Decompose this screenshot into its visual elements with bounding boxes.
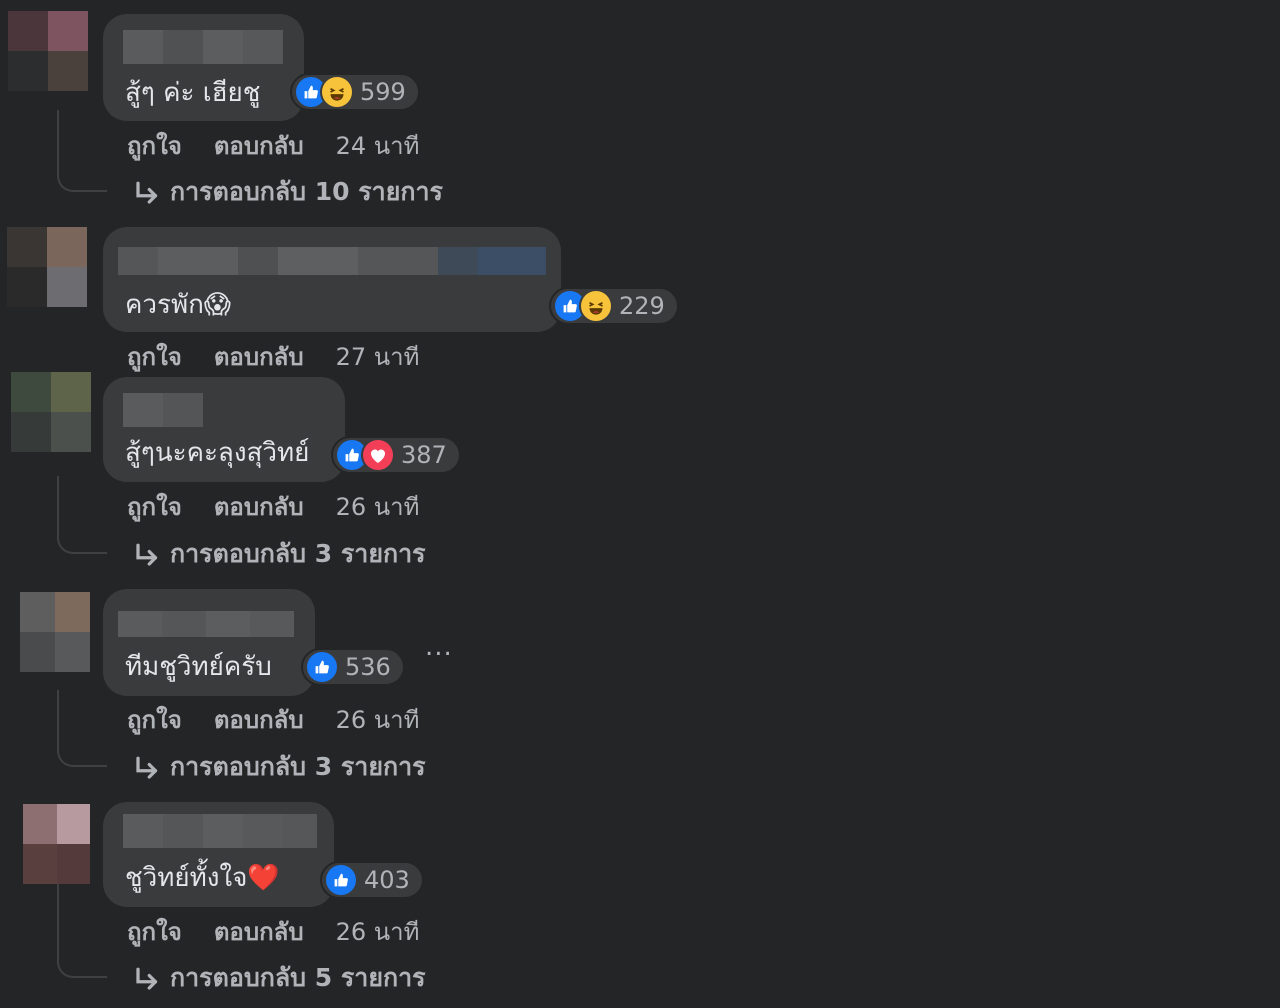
haha-icon bbox=[320, 75, 354, 109]
reply-link[interactable]: ตอบกลับ bbox=[214, 700, 304, 739]
author-name-blurred[interactable] bbox=[123, 393, 203, 427]
reaction-count: 536 bbox=[345, 653, 391, 681]
like-icon bbox=[324, 863, 358, 897]
avatar[interactable] bbox=[20, 592, 90, 672]
reply-arrow-icon bbox=[136, 967, 158, 990]
like-link[interactable]: ถูกใจ bbox=[127, 126, 182, 165]
author-name-blurred[interactable] bbox=[118, 611, 294, 637]
replies-label: การตอบกลับ 3 รายการ bbox=[170, 539, 426, 568]
thread-line bbox=[57, 690, 107, 767]
reaction-summary[interactable]: 229 bbox=[549, 287, 679, 325]
replies-label: การตอบกลับ 10 รายการ bbox=[170, 177, 443, 206]
like-icon bbox=[305, 650, 339, 684]
reply-arrow-icon bbox=[136, 756, 158, 779]
like-link[interactable]: ถูกใจ bbox=[127, 337, 182, 376]
comment-bubble: ควรพัก😱 bbox=[103, 227, 561, 332]
reaction-summary[interactable]: 403 bbox=[320, 861, 424, 899]
comment-text: ทีมชูวิทย์ครับ bbox=[125, 652, 272, 682]
view-replies-link[interactable]: การตอบกลับ 10 รายการ bbox=[128, 172, 443, 212]
love-icon bbox=[361, 438, 395, 472]
haha-icon bbox=[579, 289, 613, 323]
reaction-summary[interactable]: 536 bbox=[301, 648, 405, 686]
thread-line bbox=[57, 476, 107, 554]
replies-label: การตอบกลับ 3 รายการ bbox=[170, 752, 426, 781]
timestamp[interactable]: 27 นาที bbox=[336, 337, 420, 376]
avatar[interactable] bbox=[7, 227, 87, 307]
author-name-blurred[interactable] bbox=[118, 247, 546, 275]
avatar[interactable] bbox=[8, 11, 88, 91]
thread-line bbox=[57, 884, 107, 978]
reply-link[interactable]: ตอบกลับ bbox=[214, 337, 304, 376]
timestamp[interactable]: 24 นาที bbox=[336, 126, 420, 165]
avatar[interactable] bbox=[11, 372, 91, 452]
comment-bubble: ทีมชูวิทย์ครับ bbox=[103, 589, 315, 696]
view-replies-link[interactable]: การตอบกลับ 3 รายการ bbox=[128, 534, 426, 574]
comment-actions: ถูกใจ ตอบกลับ 26 นาที bbox=[127, 487, 419, 526]
timestamp[interactable]: 26 นาที bbox=[336, 700, 420, 739]
comment-text: สู้ๆ ค่ะ เฮียชู bbox=[125, 78, 261, 108]
timestamp[interactable]: 26 นาที bbox=[336, 487, 420, 526]
reply-arrow-icon bbox=[136, 181, 158, 204]
like-link[interactable]: ถูกใจ bbox=[127, 912, 182, 951]
comment-actions: ถูกใจ ตอบกลับ 26 นาที bbox=[127, 700, 419, 739]
comment-text: ควรพัก😱 bbox=[125, 290, 231, 320]
reaction-count: 229 bbox=[619, 292, 665, 320]
reaction-count: 387 bbox=[401, 441, 447, 469]
reaction-count: 403 bbox=[364, 866, 410, 894]
like-link[interactable]: ถูกใจ bbox=[127, 700, 182, 739]
comment-bubble: สู้ๆ ค่ะ เฮียชู bbox=[103, 14, 304, 121]
replies-label: การตอบกลับ 5 รายการ bbox=[170, 963, 426, 992]
author-name-blurred[interactable] bbox=[123, 814, 317, 848]
timestamp[interactable]: 26 นาที bbox=[336, 912, 420, 951]
reply-link[interactable]: ตอบกลับ bbox=[214, 912, 304, 951]
reply-link[interactable]: ตอบกลับ bbox=[214, 487, 304, 526]
comment-actions: ถูกใจ ตอบกลับ 26 นาที bbox=[127, 912, 419, 951]
reaction-count: 599 bbox=[360, 78, 406, 106]
comment-actions: ถูกใจ ตอบกลับ 24 นาที bbox=[127, 126, 419, 165]
view-replies-link[interactable]: การตอบกลับ 5 รายการ bbox=[128, 958, 426, 998]
more-options-icon[interactable]: ... bbox=[425, 632, 453, 662]
avatar[interactable] bbox=[23, 804, 90, 884]
thread-line bbox=[57, 110, 107, 192]
reaction-summary[interactable]: 387 bbox=[331, 436, 461, 474]
reaction-summary[interactable]: 599 bbox=[290, 73, 420, 111]
comment-bubble: สู้ๆนะคะลุงสุวิทย์ bbox=[103, 377, 345, 482]
comment-text: สู้ๆนะคะลุงสุวิทย์ bbox=[125, 438, 310, 468]
reply-link[interactable]: ตอบกลับ bbox=[214, 126, 304, 165]
comment-bubble: ชูวิทย์ทั้งใจ❤️ bbox=[103, 802, 334, 907]
reply-arrow-icon bbox=[136, 543, 158, 566]
comment-actions: ถูกใจ ตอบกลับ 27 นาที bbox=[127, 337, 419, 376]
author-name-blurred[interactable] bbox=[123, 30, 283, 64]
like-link[interactable]: ถูกใจ bbox=[127, 487, 182, 526]
comment-text: ชูวิทย์ทั้งใจ❤️ bbox=[125, 863, 280, 893]
view-replies-link[interactable]: การตอบกลับ 3 รายการ bbox=[128, 747, 426, 787]
